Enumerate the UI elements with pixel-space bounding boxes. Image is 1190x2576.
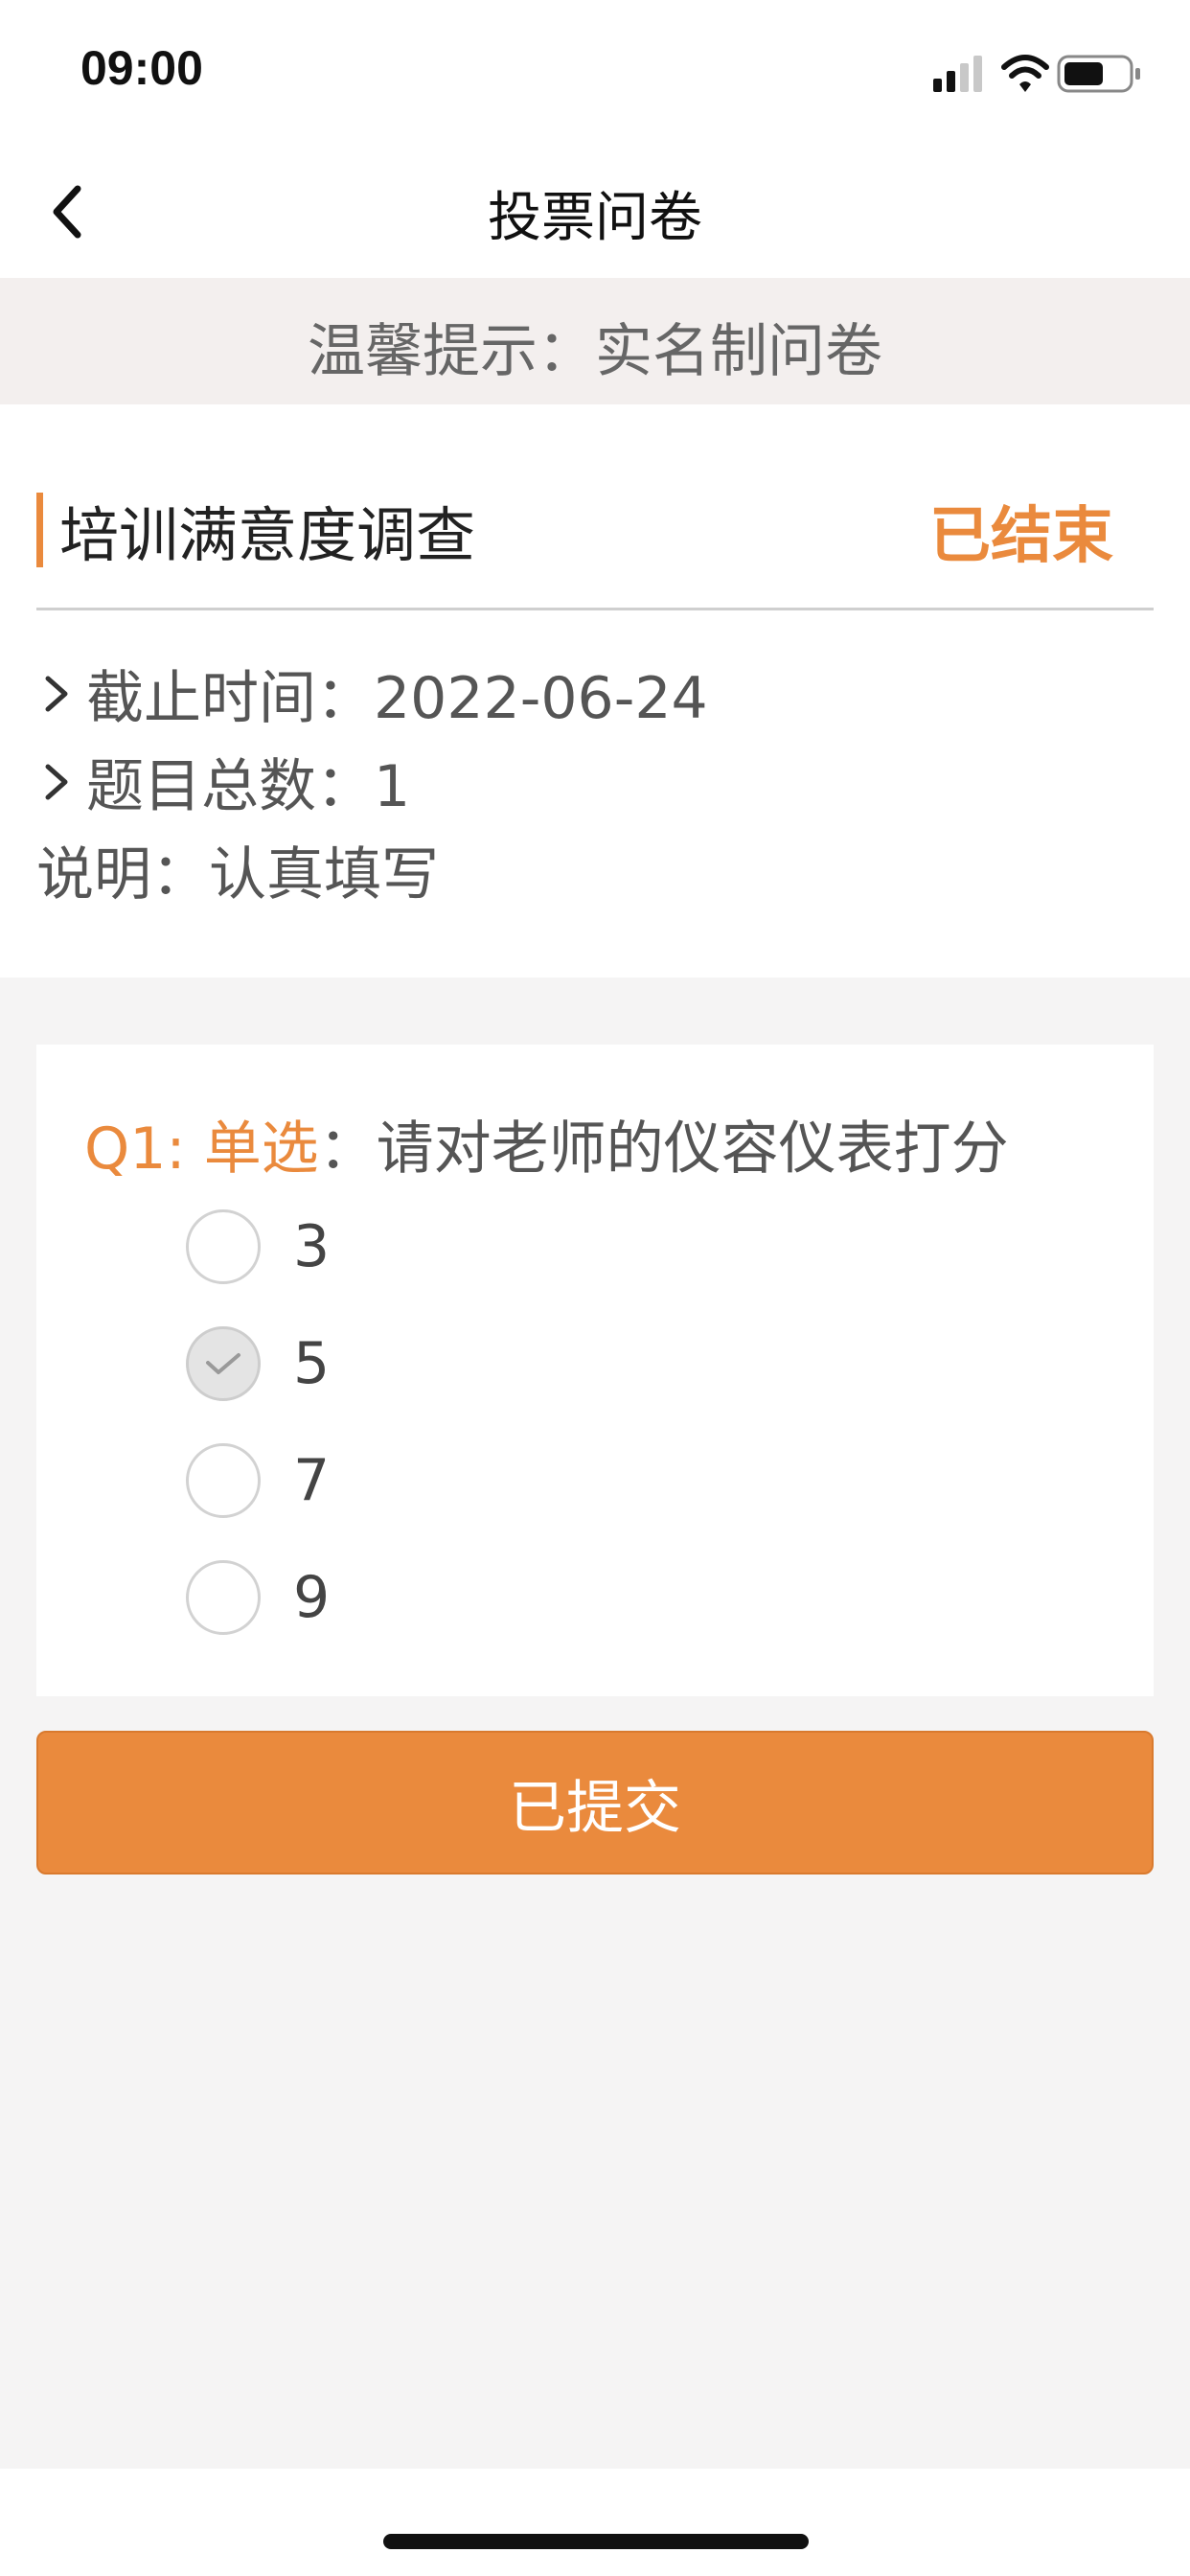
wifi-icon bbox=[1001, 55, 1049, 92]
option-label: 5 bbox=[293, 1330, 331, 1397]
survey-info: 培训满意度调查 已结束 截止时间：2022-06-24 题目总数：1 说明：认真… bbox=[0, 404, 1190, 978]
home-indicator[interactable] bbox=[383, 2534, 809, 2549]
battery-icon bbox=[1057, 55, 1140, 93]
tip-text: 温馨提示：实名制问卷 bbox=[308, 318, 882, 385]
signal-icon bbox=[933, 56, 982, 92]
description-text: 说明：认真填写 bbox=[36, 841, 439, 908]
option-label: 9 bbox=[293, 1564, 331, 1631]
option-9[interactable]: 9 bbox=[186, 1554, 330, 1641]
nav-bar: 投票问卷 bbox=[0, 144, 1190, 278]
chevron-right-icon bbox=[45, 764, 68, 799]
question-count-text: 题目总数：1 bbox=[86, 753, 411, 820]
question-text: ：请对老师的仪容仪表打分 bbox=[318, 1116, 1009, 1183]
submit-button[interactable]: 已提交 bbox=[36, 1731, 1154, 1874]
option-3[interactable]: 3 bbox=[186, 1204, 330, 1290]
option-5[interactable]: 5 bbox=[186, 1321, 330, 1407]
question-title: Q1: 单选：请对老师的仪容仪表打分 bbox=[84, 1102, 1009, 1185]
survey-status-badge: 已结束 bbox=[929, 501, 1113, 572]
status-icons bbox=[933, 55, 1140, 93]
question-count-row: 题目总数：1 bbox=[38, 740, 410, 823]
radio-button[interactable] bbox=[186, 1209, 261, 1284]
divider bbox=[36, 608, 1154, 610]
survey-title-row: 培训满意度调查 已结束 bbox=[36, 487, 1154, 583]
status-time: 09:00 bbox=[80, 41, 203, 95]
option-label: 7 bbox=[293, 1447, 331, 1514]
checkmark-icon bbox=[206, 1353, 240, 1374]
chevron-right-icon bbox=[45, 676, 68, 711]
tip-banner: 温馨提示：实名制问卷 bbox=[0, 278, 1190, 404]
deadline-row: 截止时间：2022-06-24 bbox=[38, 652, 708, 735]
bottom-area bbox=[0, 2469, 1190, 2576]
option-7[interactable]: 7 bbox=[186, 1438, 330, 1524]
radio-button[interactable] bbox=[186, 1443, 261, 1518]
option-label: 3 bbox=[293, 1213, 331, 1280]
survey-title: 培训满意度调查 bbox=[59, 500, 476, 570]
description-row: 说明：认真填写 bbox=[36, 828, 439, 911]
question-card: Q1: 单选：请对老师的仪容仪表打分 3 5 7 9 bbox=[36, 1045, 1154, 1696]
status-bar: 09:00 bbox=[0, 0, 1190, 144]
question-type: Q1: 单选 bbox=[84, 1116, 319, 1183]
screen: 09:00 投票问卷 温馨提示：实名制问卷 培训满意度调查 已结束 截止时间：2… bbox=[0, 0, 1190, 2576]
title-accent-bar bbox=[36, 493, 43, 567]
deadline-text: 截止时间：2022-06-24 bbox=[86, 665, 708, 732]
page-title: 投票问卷 bbox=[488, 187, 702, 249]
radio-button[interactable] bbox=[186, 1560, 261, 1635]
radio-button-checked[interactable] bbox=[186, 1326, 261, 1401]
